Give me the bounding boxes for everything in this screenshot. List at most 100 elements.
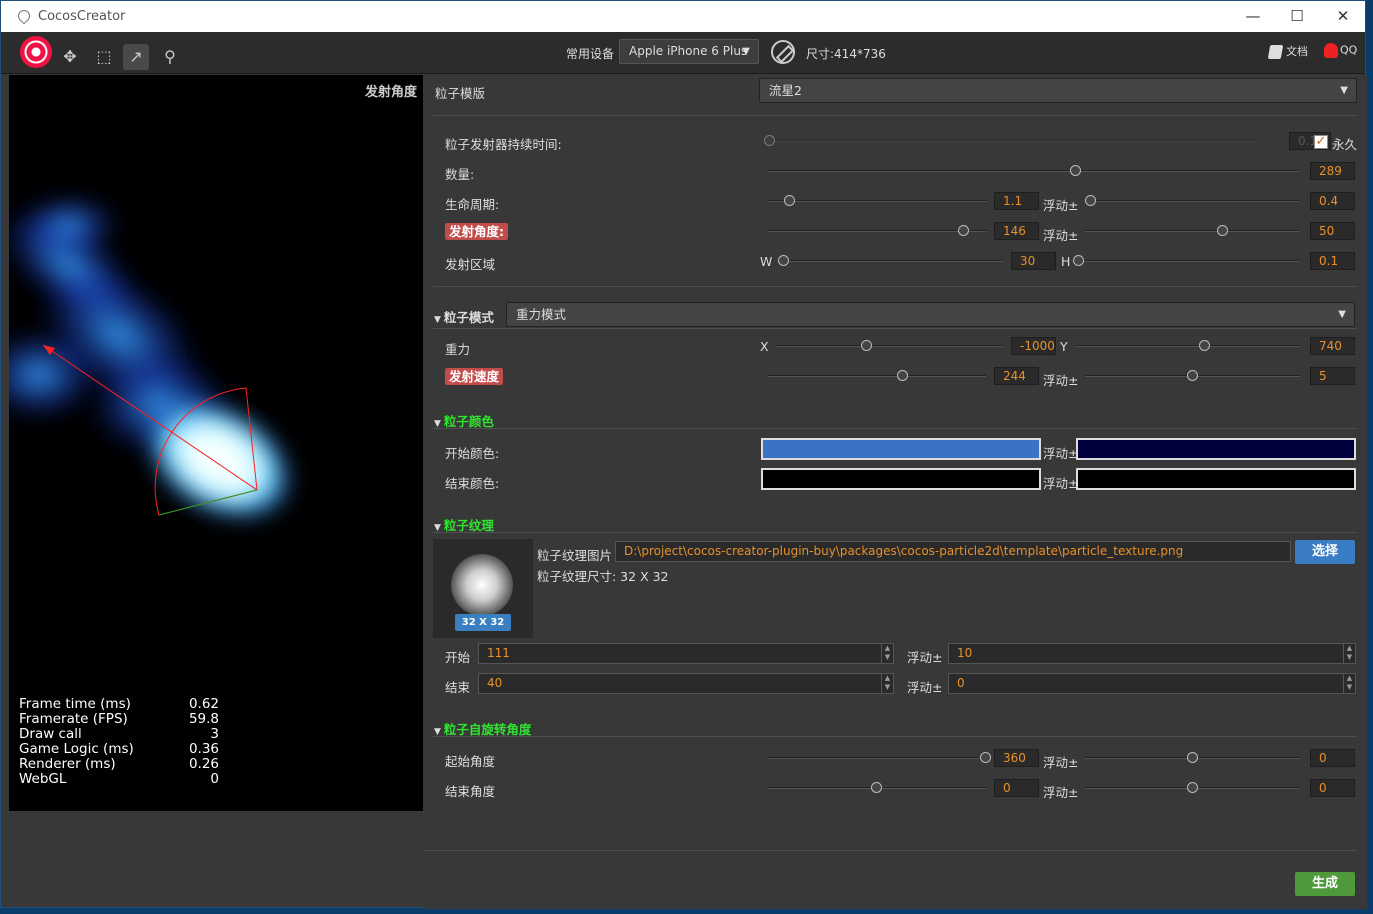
life-var-slider[interactable] — [1085, 195, 1300, 206]
size-end-var-value: 0 — [957, 676, 965, 690]
slider-thumb[interactable] — [764, 135, 775, 146]
texture-preview[interactable]: 32 X 32 — [433, 539, 533, 638]
slider-thumb[interactable] — [871, 782, 882, 793]
slider-thumb[interactable] — [778, 255, 789, 266]
slider-thumb[interactable] — [1217, 225, 1228, 236]
size-end-var-input[interactable]: 0 ▲ ▼ — [948, 673, 1356, 694]
slider-thumb[interactable] — [1187, 752, 1198, 763]
angle-input[interactable]: 146 — [994, 222, 1039, 240]
area-w-input[interactable]: 30 — [1011, 252, 1056, 270]
size-end-input[interactable]: 40 ▲ ▼ — [478, 673, 894, 694]
spin-start-var-slider[interactable] — [1085, 752, 1300, 763]
slider-thumb[interactable] — [958, 225, 969, 236]
start-color-swatch[interactable] — [761, 438, 1041, 460]
forever-checkbox[interactable]: ✓ — [1314, 135, 1328, 149]
speed-var-input[interactable]: 5 — [1310, 367, 1355, 385]
area-h-input[interactable]: 0.1 — [1310, 252, 1355, 270]
speed-input[interactable]: 244 — [994, 367, 1039, 385]
divider — [433, 532, 1357, 533]
slider-thumb[interactable] — [980, 752, 991, 763]
slider-thumb[interactable] — [1199, 340, 1210, 351]
template-select[interactable]: 流星2 ▼ — [759, 78, 1357, 103]
close-button[interactable]: ✕ — [1320, 1, 1366, 32]
spinner-arrows-icon[interactable]: ▲ ▼ — [1343, 674, 1355, 693]
end-color-swatch[interactable] — [761, 468, 1041, 490]
texture-section-title: 粒子纹理 — [443, 518, 494, 533]
stat-row: Framerate (FPS) 59.8 — [19, 712, 219, 727]
spin-section-title: 粒子自旋转角度 — [443, 722, 532, 737]
slider-thumb[interactable] — [1085, 195, 1096, 206]
slider-thumb[interactable] — [1187, 370, 1198, 381]
life-var-input[interactable]: 0.4 — [1310, 192, 1355, 210]
template-label: 粒子模版 — [435, 86, 486, 101]
zoom-tool-icon[interactable]: ⚲ — [157, 44, 183, 70]
stat-value: 0 — [210, 771, 219, 787]
stat-key: Game Logic (ms) — [19, 741, 134, 757]
area-h-slider[interactable] — [1073, 255, 1300, 266]
spin-start-slider[interactable] — [768, 752, 991, 763]
duration-slider[interactable] — [764, 135, 1255, 146]
speed-slider[interactable] — [768, 370, 986, 381]
qq-button[interactable]: QQ — [1324, 43, 1357, 58]
mode-select[interactable]: 重力模式 ▼ — [506, 302, 1355, 327]
particle-preview[interactable]: 发射角度 Frame time (ms) 0.62 Framerate (FPS)… — [9, 75, 423, 811]
stat-row: Renderer (ms) 0.26 — [19, 757, 219, 772]
slider-thumb[interactable] — [897, 370, 908, 381]
slider-thumb[interactable] — [1187, 782, 1198, 793]
stat-key: Frame time (ms) — [19, 696, 131, 712]
start-color-var-swatch[interactable] — [1076, 438, 1356, 460]
stat-value: 59.8 — [188, 711, 219, 727]
count-input[interactable]: 289 — [1310, 162, 1355, 180]
rect-tool-icon[interactable]: ⬚ — [91, 44, 117, 70]
spinner-arrows-icon[interactable]: ▲ ▼ — [881, 644, 893, 663]
gravity-x-slider[interactable] — [776, 340, 1003, 351]
spin-end-var-input[interactable]: 0 — [1310, 779, 1355, 797]
texture-path-input[interactable]: D:\project\cocos-creator-plugin-buy\pack… — [615, 541, 1291, 562]
angle-slider[interactable] — [768, 225, 986, 236]
select-texture-button[interactable]: 选择 — [1295, 540, 1355, 564]
speed-var-slider[interactable] — [1085, 370, 1300, 381]
spin-end-slider[interactable] — [768, 782, 986, 793]
arrow-tool-icon[interactable]: ↗ — [123, 44, 149, 70]
spinner-arrows-icon[interactable]: ▲ ▼ — [881, 674, 893, 693]
slider-thumb[interactable] — [861, 340, 872, 351]
chevron-down-icon: ▼ — [1338, 309, 1346, 320]
spin-start-input[interactable]: 360 — [994, 749, 1039, 767]
texture-img-label: 粒子纹理图片 — [537, 548, 613, 563]
spinner-arrows-icon[interactable]: ▲ ▼ — [1343, 644, 1355, 663]
angle-var-slider[interactable] — [1085, 225, 1300, 236]
size-start-input[interactable]: 111 ▲ ▼ — [478, 643, 894, 664]
speed-var-label: 浮动± — [1043, 373, 1079, 388]
gravity-x-input[interactable]: -1000 — [1011, 337, 1056, 355]
spin-end-input[interactable]: 0 — [994, 779, 1039, 797]
generate-button[interactable]: 生成 — [1295, 872, 1355, 896]
app-logo-icon[interactable] — [20, 36, 52, 68]
angle-var-input[interactable]: 50 — [1310, 222, 1355, 240]
divider — [433, 328, 1357, 329]
doc-button[interactable]: 文档 — [1267, 43, 1308, 59]
area-w-label: W — [760, 254, 773, 269]
slider-thumb[interactable] — [1070, 165, 1081, 176]
gravity-y-input[interactable]: 740 — [1310, 337, 1355, 355]
count-slider[interactable] — [768, 165, 1300, 176]
rotate-icon[interactable] — [771, 40, 795, 64]
maximize-button[interactable]: ☐ — [1274, 1, 1320, 32]
spin-end-var-slider[interactable] — [1085, 782, 1300, 793]
count-label: 数量: — [445, 167, 475, 182]
move-tool-icon[interactable]: ✥ — [57, 44, 83, 70]
end-color-var-swatch[interactable] — [1076, 468, 1356, 490]
area-w-slider[interactable] — [778, 255, 1003, 266]
minimize-button[interactable]: — — [1230, 1, 1276, 32]
device-select[interactable]: Apple iPhone 6 Plus ▼ — [619, 39, 759, 64]
gravity-y-slider[interactable] — [1075, 340, 1300, 351]
slider-thumb[interactable] — [1073, 255, 1084, 266]
life-input[interactable]: 1.1 — [994, 192, 1039, 210]
qq-icon — [1324, 43, 1338, 58]
spin-start-var-input[interactable]: 0 — [1310, 749, 1355, 767]
stat-key: Draw call — [19, 726, 82, 742]
texture-size-label: 粒子纹理尺寸: 32 X 32 — [537, 569, 669, 584]
mode-section-header[interactable]: ▼ 粒子模式 — [434, 307, 494, 326]
size-start-var-input[interactable]: 10 ▲ ▼ — [948, 643, 1356, 664]
slider-thumb[interactable] — [784, 195, 795, 206]
life-slider[interactable] — [768, 195, 986, 206]
